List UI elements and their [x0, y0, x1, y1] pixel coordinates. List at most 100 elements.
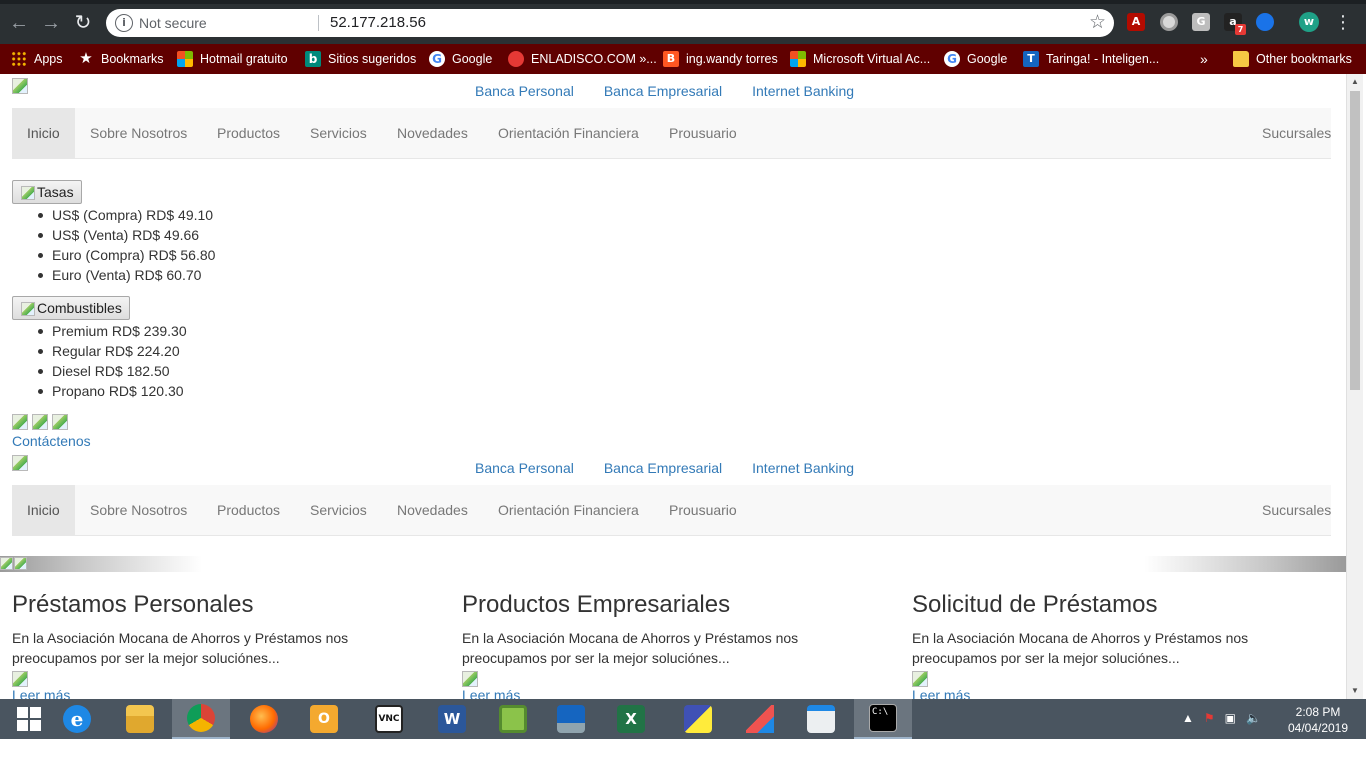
read-more-link[interactable]: Leer más	[12, 687, 432, 699]
clock-date: 04/04/2019	[1287, 721, 1349, 735]
taskbar-explorer[interactable]	[111, 699, 169, 739]
chat-extension-icon[interactable]	[1256, 13, 1274, 31]
link-banca-empresarial[interactable]: Banca Empresarial	[604, 83, 722, 99]
volume-icon[interactable]: 🔈	[1246, 711, 1261, 725]
list-item: Premium RD$ 239.30	[38, 323, 187, 339]
back-arrow-icon[interactable]: ←	[8, 12, 30, 34]
menu-kebab-icon[interactable]: ⋮	[1334, 10, 1352, 34]
nav-orientacion-financiera[interactable]: Orientación Financiera	[483, 485, 654, 535]
microsoft-icon	[790, 51, 806, 67]
top-links: Banca Personal Banca Empresarial Interne…	[475, 83, 854, 99]
bookmark-label: ing.wandy torres	[686, 52, 778, 66]
scroll-down-arrow-icon[interactable]: ▼	[1347, 683, 1363, 699]
bookmark-star-icon[interactable]: ☆	[1089, 11, 1106, 34]
link-banca-personal[interactable]: Banca Personal	[475, 460, 574, 476]
scrollbar-thumb[interactable]	[1350, 91, 1360, 390]
scroll-up-arrow-icon[interactable]: ▲	[1347, 74, 1363, 90]
bookmark-sitios[interactable]: b Sitios sugeridos	[305, 50, 416, 68]
taskbar-ie[interactable]: e	[48, 699, 106, 739]
nav-prousuario[interactable]: Prousuario	[654, 108, 752, 158]
tasas-button[interactable]: Tasas	[12, 180, 82, 204]
taskbar-vsphere[interactable]	[484, 699, 542, 739]
bookmark-label: Taringa! - Inteligen...	[1046, 52, 1160, 66]
bookmark-label: Bookmarks	[101, 52, 164, 66]
bookmark-apps[interactable]: Apps	[11, 50, 63, 68]
anydesk-icon	[746, 705, 774, 733]
profile-avatar[interactable]: w	[1299, 12, 1319, 32]
show-hidden-icons-icon[interactable]: ▲	[1182, 711, 1194, 725]
info-icon[interactable]: i	[115, 14, 133, 32]
nav-sobre-nosotros[interactable]: Sobre Nosotros	[75, 108, 202, 158]
bookmark-google[interactable]: G Google	[429, 50, 492, 68]
social-broken-image-icon[interactable]	[52, 414, 68, 430]
nav-prousuario[interactable]: Prousuario	[654, 485, 752, 535]
taskbar-anydesk[interactable]	[731, 699, 789, 739]
network-setup-icon	[684, 705, 712, 733]
link-internet-banking[interactable]: Internet Banking	[752, 460, 854, 476]
taskbar-excel[interactable]: X	[602, 699, 660, 739]
list-item: US$ (Compra) RD$ 49.10	[37, 205, 215, 225]
clock-time: 2:08 PM	[1295, 705, 1341, 719]
taskbar-cmd[interactable]: C:\	[854, 699, 912, 739]
remote-desktop-icon	[557, 705, 585, 733]
card-productos-empresariales: Productos Empresariales En la Asociación…	[462, 591, 882, 699]
amazon-extension-icon[interactable]: a7	[1224, 13, 1246, 35]
taskbar-network-setup[interactable]	[669, 699, 727, 739]
more-bookmarks-chevron[interactable]: »	[1200, 50, 1208, 68]
taskbar-clock[interactable]: 2:08 PM 04/04/2019	[1280, 704, 1356, 736]
nav-servicios[interactable]: Servicios	[295, 485, 382, 535]
vsphere-icon	[499, 705, 527, 733]
taskbar-remote-desktop[interactable]	[542, 699, 600, 739]
flag-alert-icon[interactable]: ⚑	[1204, 711, 1215, 725]
pdf-extension-icon[interactable]: A	[1127, 13, 1145, 31]
tasas-broken-image-icon	[21, 186, 35, 200]
taskbar-word[interactable]: W	[423, 699, 481, 739]
bookmark-taringa[interactable]: T Taringa! - Inteligen...	[1023, 50, 1159, 68]
taskbar-vnc[interactable]: VNC	[360, 699, 418, 739]
nav-productos[interactable]: Productos	[202, 485, 295, 535]
taskbar-control-panel[interactable]	[792, 699, 850, 739]
bookmark-microsoft-virtual[interactable]: Microsoft Virtual Ac...	[790, 50, 930, 68]
nav-servicios[interactable]: Servicios	[295, 108, 382, 158]
word-icon: W	[438, 705, 466, 733]
bookmark-hotmail[interactable]: Hotmail gratuito	[177, 50, 288, 68]
social-broken-image-icon[interactable]	[32, 414, 48, 430]
nav-orientacion-financiera[interactable]: Orientación Financiera	[483, 108, 654, 158]
forward-arrow-icon[interactable]: →	[40, 12, 62, 34]
read-more-link[interactable]: Leer más	[912, 687, 1332, 699]
list-item: Diesel RD$ 182.50	[38, 361, 187, 381]
taskbar-chrome[interactable]	[172, 699, 230, 739]
nav-novedades[interactable]: Novedades	[382, 485, 483, 535]
taskbar-outlook[interactable]: O	[295, 699, 353, 739]
taskbar-firefox[interactable]	[235, 699, 293, 739]
link-internet-banking[interactable]: Internet Banking	[752, 83, 854, 99]
link-banca-personal[interactable]: Banca Personal	[475, 83, 574, 99]
bookmark-wandy[interactable]: Bing.wandy torres	[663, 50, 778, 68]
nav-productos[interactable]: Productos	[202, 108, 295, 158]
bookmark-enladisco[interactable]: ENLADISCO.COM »...	[508, 50, 657, 68]
bookmark-google-2[interactable]: G Google	[944, 50, 1007, 68]
address-bar[interactable]: i Not secure 52.177.218.56 ☆	[106, 9, 1114, 37]
social-broken-image-icon[interactable]	[12, 414, 28, 430]
nav-sucursales[interactable]: Sucursales	[1247, 108, 1331, 158]
contact-link[interactable]: Contáctenos	[12, 433, 91, 449]
network-icon[interactable]: ▣	[1225, 711, 1236, 725]
nav-sucursales[interactable]: Sucursales	[1247, 485, 1331, 535]
page-scrollbar[interactable]: ▲ ▼	[1346, 74, 1363, 699]
nav-sobre-nosotros[interactable]: Sobre Nosotros	[75, 485, 202, 535]
combustibles-button[interactable]: Combustibles	[12, 296, 130, 320]
nav-novedades[interactable]: Novedades	[382, 108, 483, 158]
card-text: En la Asociación Mocana de Ahorros y Pré…	[462, 630, 799, 666]
bookmark-label: Google	[452, 52, 493, 66]
card-text: En la Asociación Mocana de Ahorros y Pré…	[12, 630, 349, 666]
link-banca-empresarial[interactable]: Banca Empresarial	[604, 460, 722, 476]
circle-extension-icon[interactable]	[1160, 13, 1178, 31]
url-text[interactable]: 52.177.218.56	[330, 14, 426, 31]
read-more-link[interactable]: Leer más	[462, 687, 882, 699]
reload-icon[interactable]: ↻	[72, 12, 94, 34]
nav-inicio[interactable]: Inicio	[12, 485, 75, 535]
g-extension-icon[interactable]: G	[1192, 13, 1210, 31]
nav-inicio[interactable]: Inicio	[12, 108, 75, 158]
bookmark-bookmarks[interactable]: ★ Bookmarks	[78, 50, 164, 68]
other-bookmarks[interactable]: Other bookmarks	[1233, 50, 1352, 68]
